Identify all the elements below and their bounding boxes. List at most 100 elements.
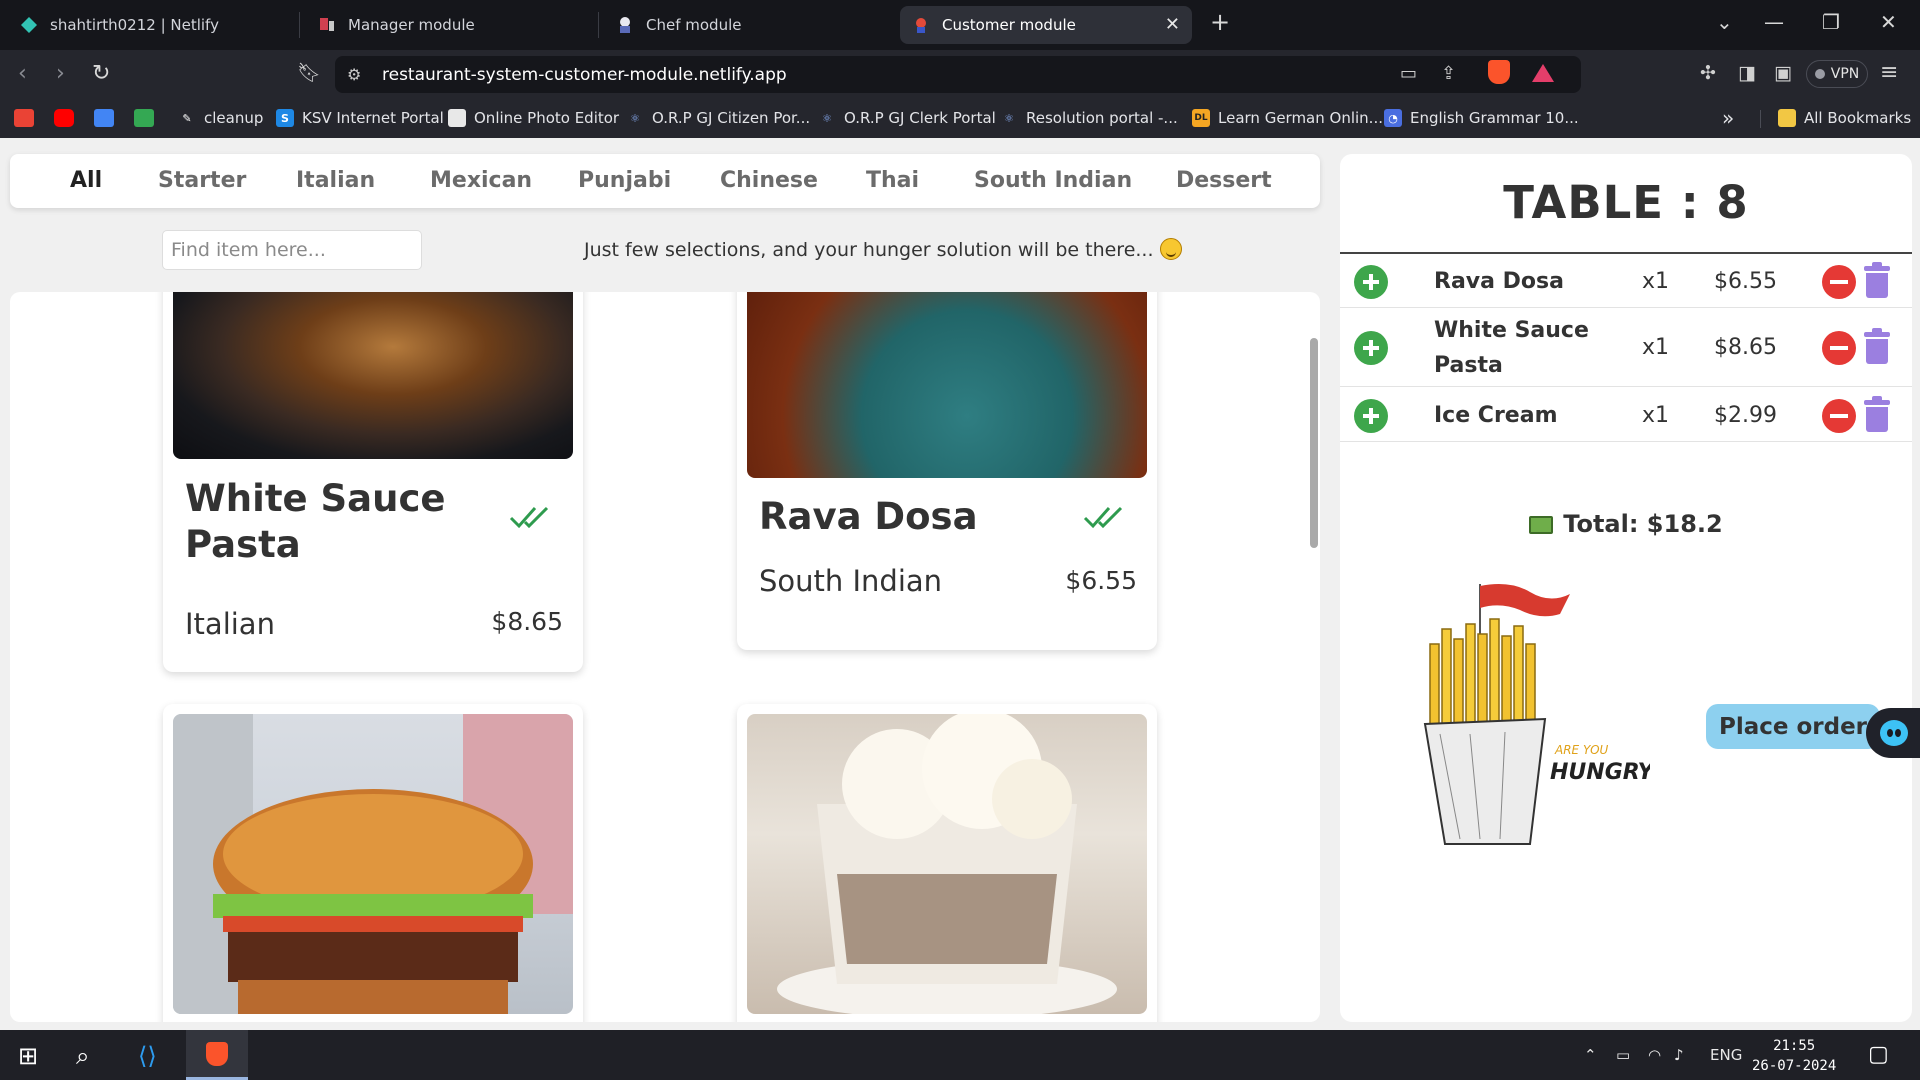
bookmark-english-grammar[interactable]: ◔ English Grammar 10... (1384, 109, 1579, 127)
order-row: White Sauce Pasta x1 $8.65 (1340, 309, 1912, 387)
trash-icon[interactable] (1864, 262, 1890, 298)
search-icon[interactable]: ⌕ (76, 1042, 89, 1070)
double-check-icon (1083, 506, 1123, 529)
gmail-icon[interactable] (14, 109, 34, 127)
tab-customer-module[interactable]: Customer module ✕ (900, 6, 1192, 44)
category-mexican[interactable]: Mexican (430, 168, 532, 193)
taskbar-brave-app[interactable] (186, 1030, 248, 1080)
yum-emoji-icon (1159, 238, 1182, 260)
folder-icon (1778, 109, 1796, 127)
forward-icon[interactable]: › (56, 61, 65, 86)
bookmark-orp-clerk[interactable]: ⚛ O.R.P GJ Clerk Portal (818, 109, 996, 127)
category-italian[interactable]: Italian (296, 168, 375, 193)
google-meet-icon[interactable] (134, 109, 154, 127)
remove-quantity-icon[interactable] (1822, 331, 1856, 365)
vscode-icon[interactable]: ⟨⟩ (138, 1042, 157, 1070)
dosa-image (747, 292, 1147, 478)
chatbot-launcher[interactable] (1866, 708, 1920, 758)
bookmark-photo-editor[interactable]: Online Photo Editor (448, 109, 619, 127)
all-bookmarks[interactable]: All Bookmarks (1778, 109, 1911, 127)
order-item-name: Ice Cream (1434, 403, 1558, 428)
order-item-price: $2.99 (1714, 403, 1777, 428)
tray-chevron-icon[interactable]: ⌃ (1584, 1046, 1597, 1064)
tab-chef-module[interactable]: Chef module (604, 6, 894, 44)
category-south-indian[interactable]: South Indian (974, 168, 1132, 193)
youtube-icon[interactable] (54, 109, 74, 127)
wifi-icon[interactable]: ◠ (1648, 1046, 1661, 1064)
minimize-icon[interactable]: — (1764, 10, 1784, 34)
cast-icon[interactable]: ▭ (1400, 63, 1417, 84)
google-translate-icon[interactable] (94, 109, 114, 127)
trash-icon[interactable] (1864, 396, 1890, 432)
add-quantity-icon[interactable] (1354, 399, 1388, 433)
menu-card-burger[interactable] (163, 704, 583, 1022)
bookmark-resolution-portal[interactable]: ⚛ Resolution portal -... (1000, 109, 1178, 127)
category-thai[interactable]: Thai (866, 168, 919, 193)
sidebar-icon[interactable]: ◨ (1738, 62, 1756, 84)
tab-netlify[interactable]: shahtirth0212 | Netlify (8, 6, 298, 44)
vpn-status-icon (1814, 69, 1825, 79)
react-icon: ⚛ (630, 111, 640, 125)
remove-quantity-icon[interactable] (1822, 265, 1856, 299)
add-quantity-icon[interactable] (1354, 331, 1388, 365)
customer-icon (912, 16, 930, 34)
bookmark-orp-citizen[interactable]: ⚛ O.R.P GJ Citizen Por... (626, 109, 810, 127)
tab-separator (299, 12, 300, 38)
windows-start-icon[interactable]: ⊞ (18, 1042, 38, 1070)
language-indicator[interactable]: ENG (1710, 1046, 1742, 1064)
extensions-icon[interactable]: ✣ (1700, 62, 1716, 84)
menu-card-white-sauce-pasta[interactable]: White Sauce Pasta Italian $8.65 (163, 292, 583, 672)
brave-icon (206, 1042, 228, 1066)
tab-manager-module[interactable]: Manager module (306, 6, 596, 44)
tagline: Just few selections, and your hunger sol… (584, 238, 1182, 261)
bookmark-ksv[interactable]: S KSV Internet Portal (276, 109, 444, 127)
vpn-button[interactable]: VPN (1806, 60, 1868, 88)
new-tab-icon[interactable]: + (1210, 8, 1230, 36)
reload-icon[interactable]: ↻ (92, 61, 110, 86)
volume-icon[interactable]: ♪ (1674, 1046, 1684, 1064)
restore-icon[interactable]: ❐ (1822, 10, 1840, 34)
category-punjabi[interactable]: Punjabi (578, 168, 671, 193)
tab-separator (598, 12, 599, 38)
menu-scrollbar[interactable] (1310, 338, 1318, 548)
place-order-button[interactable]: Place order (1706, 704, 1880, 749)
category-all[interactable]: All (70, 168, 102, 193)
item-price: $8.65 (491, 607, 563, 636)
tab-search-chevron-icon[interactable]: ⌄ (1716, 10, 1733, 34)
notifications-icon[interactable]: ▢ (1868, 1042, 1889, 1067)
close-tab-icon[interactable]: ✕ (1165, 14, 1180, 35)
order-item-price: $6.55 (1714, 269, 1777, 294)
category-chinese[interactable]: Chinese (720, 168, 818, 193)
category-starter[interactable]: Starter (158, 168, 246, 193)
more-bookmarks-icon[interactable]: » (1722, 106, 1734, 130)
close-window-icon[interactable]: ✕ (1880, 10, 1897, 34)
wallet-icon[interactable]: ▣ (1774, 62, 1792, 84)
order-total: Total: $18.2 (1340, 510, 1912, 538)
category-dessert[interactable]: Dessert (1176, 168, 1272, 193)
bookmark-cleanup[interactable]: ✎ cleanup (178, 109, 263, 127)
trash-icon[interactable] (1864, 328, 1890, 364)
search-input[interactable] (162, 230, 422, 270)
menu-card-ice-cream[interactable] (737, 704, 1157, 1022)
order-item-qty: x1 (1642, 335, 1670, 360)
brave-rewards-icon[interactable] (1532, 64, 1554, 82)
menu-card-rava-dosa[interactable]: Rava Dosa South Indian $6.55 (737, 292, 1157, 650)
netlify-icon (20, 16, 38, 34)
menu-icon[interactable]: ≡ (1880, 60, 1898, 85)
clock[interactable]: 21:55 26-07-2024 (1752, 1036, 1836, 1076)
add-quantity-icon[interactable] (1354, 265, 1388, 299)
bookmark-learn-german[interactable]: DL Learn German Onlin... (1192, 109, 1383, 127)
remove-quantity-icon[interactable] (1822, 399, 1856, 433)
battery-icon[interactable]: ▭ (1616, 1046, 1630, 1064)
item-price: $6.55 (1065, 566, 1137, 595)
back-icon[interactable]: ‹ (18, 61, 27, 86)
react-icon: ⚛ (1004, 111, 1014, 125)
item-cuisine: Italian (185, 607, 275, 641)
share-icon[interactable]: ⇪ (1441, 63, 1456, 84)
address-bar[interactable]: ⚙︎ restaurant-system-customer-module.net… (335, 56, 1581, 93)
brave-shields-icon[interactable] (1488, 60, 1510, 84)
order-row: Rava Dosa x1 $6.55 (1340, 254, 1912, 308)
bookmark-page-icon[interactable]: 🔖︎ (297, 61, 321, 84)
site-settings-icon[interactable]: ⚙︎ (347, 65, 361, 84)
menu-grid: White Sauce Pasta Italian $8.65 Rava Dos… (10, 292, 1320, 1022)
